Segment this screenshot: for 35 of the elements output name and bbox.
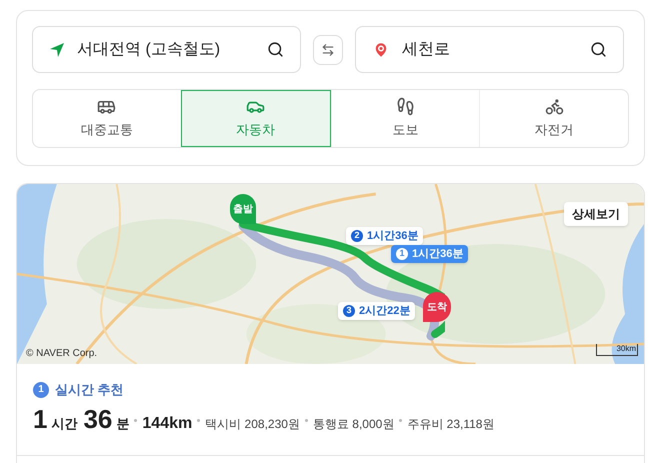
duration-hours: 1 [33, 406, 48, 432]
route-number-badge: 1 [33, 382, 49, 398]
route-number: 1 [396, 248, 408, 260]
route-time-label[interactable]: 3 2시간22분 [338, 302, 416, 320]
destination-text: 세천로 [402, 40, 451, 60]
route-time-label[interactable]: 2 1시간36분 [346, 227, 424, 245]
route-number: 2 [351, 230, 363, 242]
origin-field[interactable]: 서대전역 (고속철도) [32, 26, 301, 73]
bicycle-icon [544, 97, 564, 116]
route-number: 3 [343, 305, 355, 317]
duration-minutes: 36 [83, 406, 112, 432]
cost-text: 주유비 23,118원 [407, 416, 494, 432]
swap-icon [321, 42, 335, 56]
transport-mode-tab[interactable]: 자전거 [479, 90, 628, 147]
route-time-text: 1시간36분 [367, 228, 418, 244]
scale-bar: 30km [596, 344, 638, 356]
walking-icon [396, 97, 415, 116]
transport-mode-tab[interactable]: 대중교통 [33, 90, 181, 147]
cost-text: 통행료 8,000원 [312, 416, 394, 432]
destination-field[interactable]: 세천로 [355, 26, 624, 73]
search-icon[interactable] [267, 41, 284, 58]
detail-view-button[interactable]: 상세보기 [564, 202, 628, 226]
origin-text: 서대전역 (고속철도) [77, 40, 222, 60]
transport-mode-tab[interactable]: 도보 [330, 90, 480, 147]
swap-button[interactable] [313, 34, 343, 64]
cost-text: 택시비 208,230원 [205, 416, 300, 432]
hours-unit: 시간 [51, 414, 78, 432]
route-time-text: 1시간36분 [412, 246, 464, 262]
copyright-text: © NAVER Corp. [26, 347, 98, 361]
route-title: 실시간 추천 [55, 381, 124, 399]
distance-text: 144km [142, 414, 192, 434]
navigation-arrow-icon [49, 42, 65, 58]
search-icon[interactable] [590, 41, 607, 58]
minutes-unit: 분 [116, 414, 130, 432]
route-time-text: 2시간22분 [359, 304, 410, 319]
